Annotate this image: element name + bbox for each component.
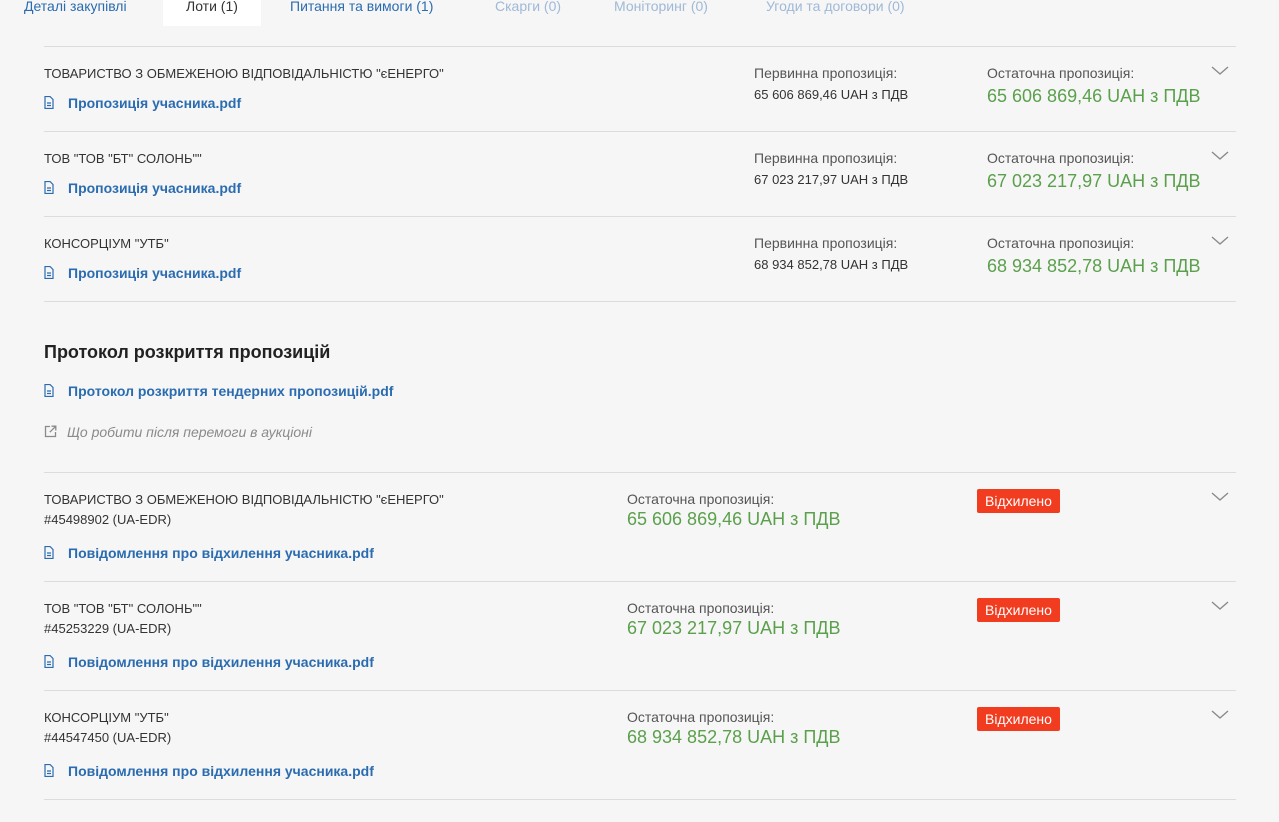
chevron-down-icon[interactable] (1211, 235, 1229, 247)
document-icon (44, 384, 54, 397)
initial-offer-label: Первинна пропозиція: (754, 150, 898, 166)
final-offer-value: 67 023 217,97 UAH з ПДВ (987, 171, 1201, 191)
final-offer-value: 65 606 869,46 UAH з ПДВ (987, 86, 1201, 106)
bid-file-link[interactable]: Пропозиція учасника.pdf (44, 180, 241, 196)
protocol-file-link[interactable]: Протокол розкриття тендерних пропозицій.… (44, 383, 393, 399)
participant-name: ТОВ "ТОВ "БТ" СОЛОНЬ"" (44, 601, 202, 616)
participant-name: ТОВАРИСТВО З ОБМЕЖЕНОЮ ВІДПОВІДАЛЬНІСТЮ … (44, 492, 444, 507)
after-win-link[interactable]: Що робити після перемоги в аукціоні (44, 424, 312, 440)
status-badge: Відхилено (977, 489, 1060, 513)
tab-monitoring[interactable]: Моніторинг (0) (614, 0, 708, 26)
rejection-file-link[interactable]: Повідомлення про відхилення учасника.pdf (44, 763, 374, 779)
final-offer-label: Остаточна пропозиція: (987, 235, 1135, 251)
participant-name: КОНСОРЦІУМ "УТБ" (44, 710, 169, 725)
chevron-down-icon[interactable] (1211, 600, 1229, 612)
divider (44, 131, 1236, 132)
rejection-file-link[interactable]: Повідомлення про відхилення учасника.pdf (44, 654, 374, 670)
final-offer-label: Остаточна пропозиція: (627, 600, 775, 616)
initial-offer-label: Первинна пропозиція: (754, 65, 898, 81)
divider (44, 799, 1236, 800)
tab-lots[interactable]: Лоти (1) (163, 0, 261, 26)
final-offer-label: Остаточна пропозиція: (627, 709, 775, 725)
edr-code: #45498902 (UA-EDR) (44, 512, 172, 527)
final-offer-value: 68 934 852,78 UAH з ПДВ (987, 256, 1201, 276)
divider (44, 472, 1236, 473)
tab-bar: Деталі закупівлі Лоти (1) Питання та вим… (0, 0, 1279, 26)
status-badge: Відхилено (977, 598, 1060, 622)
chevron-down-icon[interactable] (1211, 491, 1229, 503)
initial-offer-value: 67 023 217,97 UAH з ПДВ (754, 172, 909, 187)
tab-procurement-details[interactable]: Деталі закупівлі (24, 0, 127, 26)
edr-code: #44547450 (UA-EDR) (44, 730, 172, 745)
document-icon (44, 764, 54, 777)
initial-offer-value: 68 934 852,78 UAH з ПДВ (754, 257, 909, 272)
protocol-heading: Протокол розкриття пропозицій (44, 342, 331, 362)
document-icon (44, 96, 54, 109)
document-icon (44, 655, 54, 668)
chevron-down-icon[interactable] (1211, 65, 1229, 77)
chevron-down-icon[interactable] (1211, 150, 1229, 162)
initial-offer-label: Первинна пропозиція: (754, 235, 898, 251)
tab-questions[interactable]: Питання та вимоги (1) (290, 0, 433, 26)
bidder-name: ТОВ "ТОВ "БТ" СОЛОНЬ"" (44, 151, 202, 166)
status-badge: Відхилено (977, 707, 1060, 731)
divider (44, 690, 1236, 691)
document-icon (44, 546, 54, 559)
tab-contracts[interactable]: Угоди та договори (0) (766, 0, 905, 26)
final-offer-label: Остаточна пропозиція: (627, 491, 775, 507)
final-offer-value: 67 023 217,97 UAH з ПДВ (627, 618, 841, 638)
final-offer-value: 65 606 869,46 UAH з ПДВ (627, 509, 841, 529)
tab-complaints[interactable]: Скарги (0) (495, 0, 561, 26)
divider (44, 581, 1236, 582)
rejection-file-link[interactable]: Повідомлення про відхилення учасника.pdf (44, 545, 374, 561)
document-icon (44, 181, 54, 194)
bidder-name: КОНСОРЦІУМ "УТБ" (44, 236, 169, 251)
divider (44, 46, 1236, 47)
divider (44, 216, 1236, 217)
final-offer-label: Остаточна пропозиція: (987, 150, 1135, 166)
document-icon (44, 266, 54, 279)
external-link-icon (44, 425, 57, 438)
final-offer-label: Остаточна пропозиція: (987, 65, 1135, 81)
chevron-down-icon[interactable] (1211, 709, 1229, 721)
bid-file-link[interactable]: Пропозиція учасника.pdf (44, 95, 241, 111)
initial-offer-value: 65 606 869,46 UAH з ПДВ (754, 87, 909, 102)
bid-file-link[interactable]: Пропозиція учасника.pdf (44, 265, 241, 281)
edr-code: #45253229 (UA-EDR) (44, 621, 172, 636)
bidder-name: ТОВАРИСТВО З ОБМЕЖЕНОЮ ВІДПОВІДАЛЬНІСТЮ … (44, 66, 444, 81)
divider (44, 301, 1236, 302)
final-offer-value: 68 934 852,78 UAH з ПДВ (627, 727, 841, 747)
